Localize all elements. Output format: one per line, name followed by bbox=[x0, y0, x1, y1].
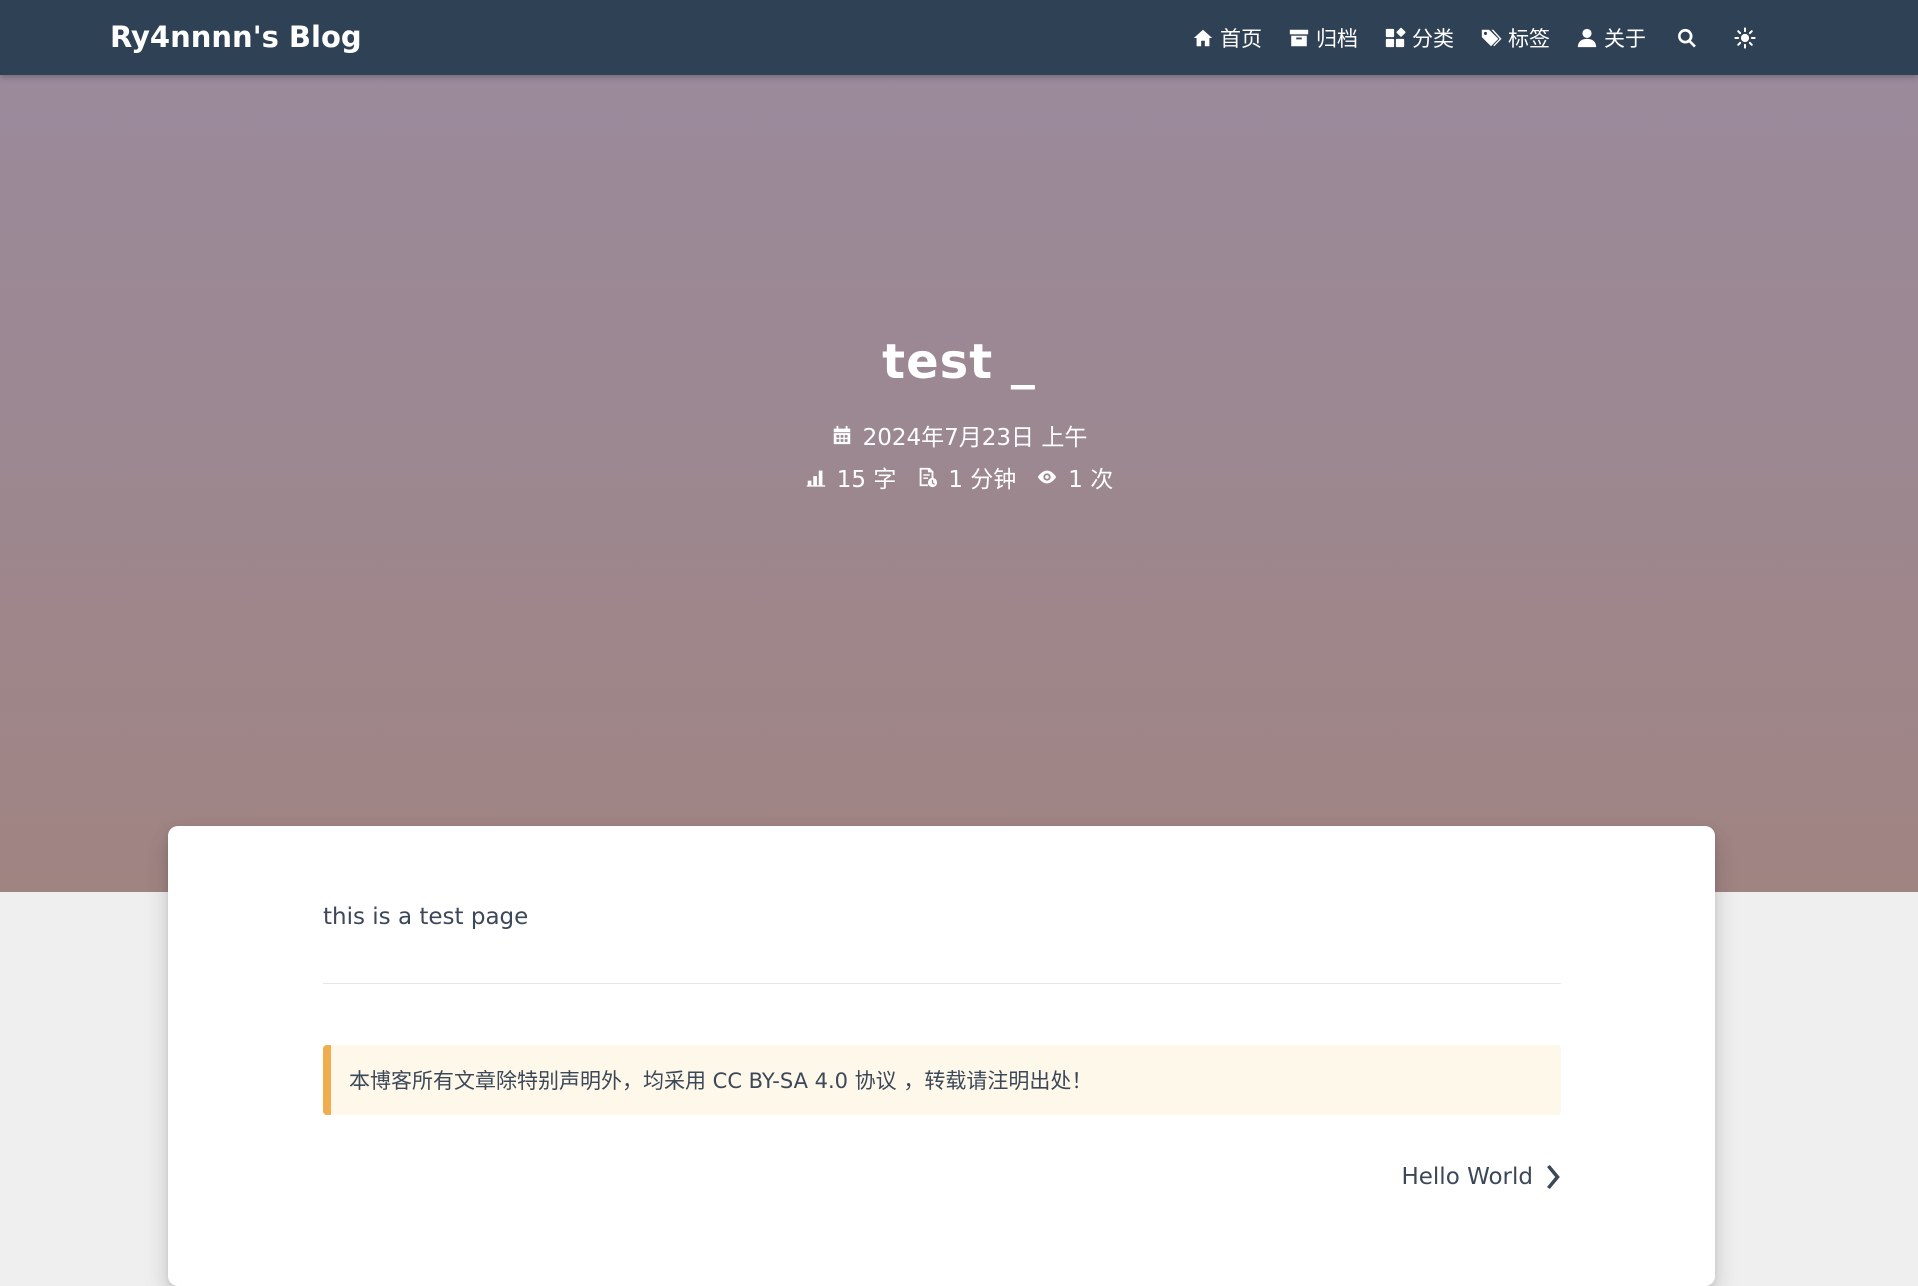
nav-menu: 首页 归档 分类 标签 关于 bbox=[1166, 0, 1918, 75]
post-title: test _ bbox=[882, 334, 1036, 390]
archive-icon bbox=[1289, 29, 1309, 46]
home-icon bbox=[1193, 29, 1213, 46]
word-count-text: 15 字 bbox=[836, 467, 897, 493]
category-icon bbox=[1385, 27, 1406, 47]
search-icon bbox=[1678, 28, 1696, 47]
read-time-text: 1 分钟 bbox=[948, 467, 1017, 493]
nav-item-archive[interactable]: 归档 bbox=[1288, 23, 1358, 53]
license-note-text: 本博客所有文章除特别声明外，均采用 CC BY-SA 4.0 协议 ，转载请注明… bbox=[349, 1069, 1093, 1093]
view-count: 1 次 bbox=[1036, 460, 1113, 494]
site-brand[interactable]: Ry4nnnn's Blog bbox=[110, 0, 362, 75]
post-date-text: 2024年7月23日 上午 bbox=[862, 425, 1088, 451]
navbar: Ry4nnnn's Blog 首页 归档 分类 标签 关于 bbox=[0, 0, 1918, 75]
post-date: 2024年7月23日 上午 bbox=[831, 418, 1088, 452]
nav-item-label: 归档 bbox=[1316, 26, 1358, 51]
nav-item-about[interactable]: 关于 bbox=[1576, 23, 1646, 53]
clock-doc-icon bbox=[919, 467, 938, 488]
post-card: this is a test page 本博客所有文章除特别声明外，均采用 CC… bbox=[168, 826, 1715, 1286]
search-button[interactable] bbox=[1676, 27, 1698, 49]
nav-item-label: 关于 bbox=[1604, 26, 1646, 51]
word-count: 15 字 bbox=[805, 460, 897, 494]
theme-toggle-button[interactable] bbox=[1734, 26, 1756, 49]
post-stats-row: 15 字 1 分钟 1 次 bbox=[0, 456, 1918, 498]
nav-item-label: 分类 bbox=[1412, 26, 1454, 51]
eye-icon bbox=[1038, 470, 1057, 484]
read-time: 1 分钟 bbox=[916, 460, 1016, 494]
chart-icon bbox=[806, 470, 825, 487]
user-icon bbox=[1577, 28, 1597, 47]
tags-icon bbox=[1481, 29, 1502, 46]
sun-icon bbox=[1734, 26, 1756, 49]
nav-item-label: 首页 bbox=[1220, 26, 1262, 51]
nav-item-categories[interactable]: 分类 bbox=[1384, 23, 1454, 53]
view-count-text: 1 次 bbox=[1068, 467, 1114, 493]
post-banner: test _ 2024年7月23日 上午 15 字 1 分钟 1 次 bbox=[0, 0, 1918, 892]
nav-item-home[interactable]: 首页 bbox=[1192, 23, 1262, 53]
divider bbox=[323, 983, 1561, 984]
banner-text: test _ 2024年7月23日 上午 15 字 1 分钟 1 次 bbox=[0, 330, 1918, 498]
nav-item-label: 标签 bbox=[1508, 26, 1550, 51]
post-body-text: this is a test page bbox=[323, 904, 529, 930]
post-date-row: 2024年7月23日 上午 bbox=[0, 414, 1918, 456]
calendar-icon bbox=[833, 425, 850, 445]
next-post-title: Hello World bbox=[1401, 1164, 1533, 1190]
next-post-link[interactable]: Hello World bbox=[1401, 1164, 1561, 1190]
chevron-right-icon bbox=[1547, 1165, 1560, 1189]
license-note: 本博客所有文章除特别声明外，均采用 CC BY-SA 4.0 协议 ，转载请注明… bbox=[323, 1045, 1561, 1115]
nav-item-tags[interactable]: 标签 bbox=[1480, 23, 1550, 53]
